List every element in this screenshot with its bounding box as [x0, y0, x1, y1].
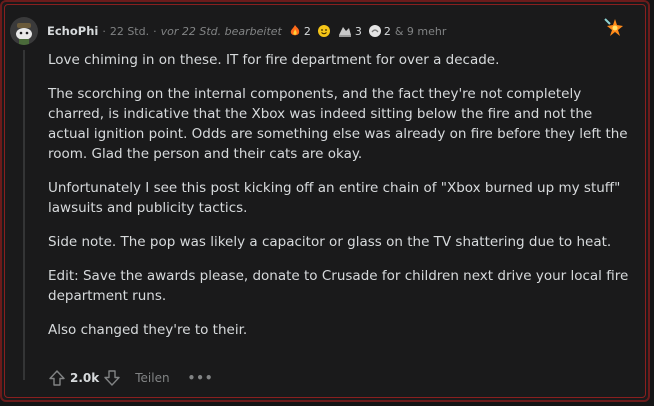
comment-actions: 2.0k Teilen •••: [46, 367, 214, 389]
comment-paragraph: Edit: Save the awards please, donate to …: [48, 268, 629, 304]
wholesome-award-icon: [317, 25, 330, 37]
award-helpful[interactable]: 3: [337, 24, 362, 38]
snoo-avatar-icon: [10, 17, 38, 45]
downvote-button[interactable]: [101, 367, 123, 389]
score: 2.0k: [70, 371, 100, 385]
award-count: 3: [354, 24, 362, 38]
thread-line[interactable]: [23, 50, 25, 380]
comment-paragraph: Side note. The pop was likely a capacito…: [48, 234, 612, 250]
separator-dot: ·: [153, 24, 157, 38]
edited-label: vor 22 Std. bearbeitet: [160, 24, 282, 38]
comment-paragraph: Unfortunately I see this post kicking of…: [48, 180, 621, 216]
avatar[interactable]: [10, 17, 38, 45]
helpful-award-icon: [338, 27, 351, 37]
comment-body: Love chiming in on these. IT for fire de…: [48, 50, 634, 354]
award-wholesome[interactable]: [317, 24, 331, 38]
comment-paragraph: Also changed they're to their.: [48, 322, 248, 338]
top-award[interactable]: [602, 16, 624, 42]
upvote-arrow-icon: [49, 370, 65, 386]
comment-paragraph: The scorching on the internal components…: [48, 86, 628, 162]
award-silver[interactable]: 2: [368, 24, 391, 38]
more-options-button[interactable]: •••: [188, 371, 214, 385]
comment-paragraph: Love chiming in on these. IT for fire de…: [48, 52, 500, 68]
more-awards-label[interactable]: & 9 mehr: [395, 25, 447, 38]
silver-award-icon: [368, 25, 381, 37]
fire-award-icon: [290, 25, 300, 36]
star-award-icon: [604, 18, 623, 36]
comment-meta: EchoPhi · 22 Std. · vor 22 Std. bearbeit…: [47, 24, 446, 38]
downvote-arrow-icon: [104, 370, 120, 386]
username[interactable]: EchoPhi: [47, 24, 98, 38]
comment-header: EchoPhi · 22 Std. · vor 22 Std. bearbeit…: [10, 16, 640, 46]
share-button[interactable]: Teilen: [135, 371, 169, 385]
award-count: 2: [383, 24, 391, 38]
comment-card: EchoPhi · 22 Std. · vor 22 Std. bearbeit…: [0, 0, 650, 402]
separator-dot: ·: [102, 24, 106, 38]
award-count: 2: [303, 24, 311, 38]
award-fire[interactable]: 2: [288, 24, 311, 38]
timestamp[interactable]: 22 Std.: [110, 25, 149, 38]
upvote-button[interactable]: [46, 367, 68, 389]
